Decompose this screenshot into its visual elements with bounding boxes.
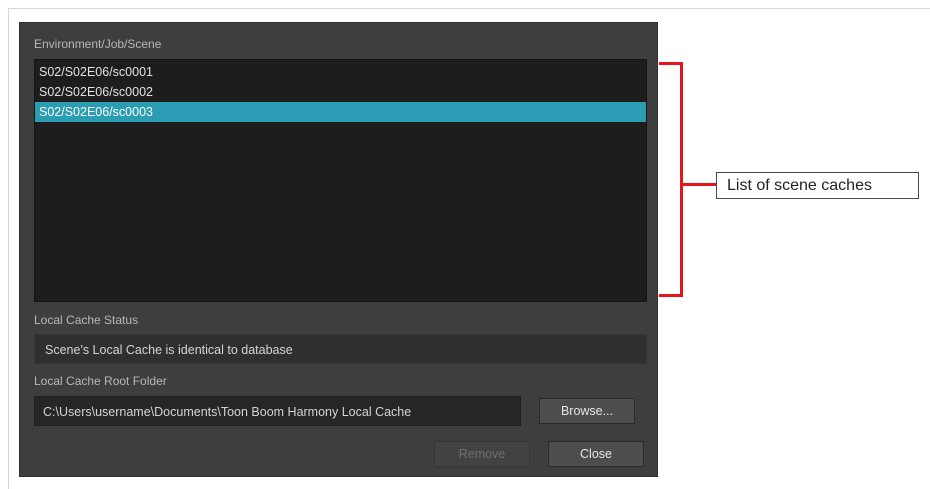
environment-job-scene-label: Environment/Job/Scene [34,37,162,51]
local-cache-root-folder-label: Local Cache Root Folder [34,374,167,388]
scene-list-item-selected[interactable]: S02/S02E06/sc0003 [35,102,646,122]
annotation-callout: List of scene caches [716,172,919,199]
scene-list-item[interactable]: S02/S02E06/sc0001 [35,62,646,82]
frame-border-left [8,8,9,489]
browse-button[interactable]: Browse... [539,398,635,424]
scene-cache-dialog: Environment/Job/Scene S02/S02E06/sc0001 … [19,22,658,477]
screenshot-page: Environment/Job/Scene S02/S02E06/sc0001 … [0,0,930,489]
remove-button[interactable]: Remove [434,441,530,467]
local-cache-status-field: Scene's Local Cache is identical to data… [34,334,647,364]
frame-border-top [8,8,930,9]
local-cache-status-label: Local Cache Status [34,313,139,327]
annotation-bracket [680,62,683,297]
close-button[interactable]: Close [548,441,644,467]
scene-cache-list[interactable]: S02/S02E06/sc0001 S02/S02E06/sc0002 S02/… [34,59,647,302]
annotation-pointer-line [683,183,716,186]
annotation-bracket-bottom [659,294,683,297]
scene-list-item[interactable]: S02/S02E06/sc0002 [35,82,646,102]
root-folder-path-field[interactable]: C:\Users\username\Documents\Toon Boom Ha… [34,396,521,426]
